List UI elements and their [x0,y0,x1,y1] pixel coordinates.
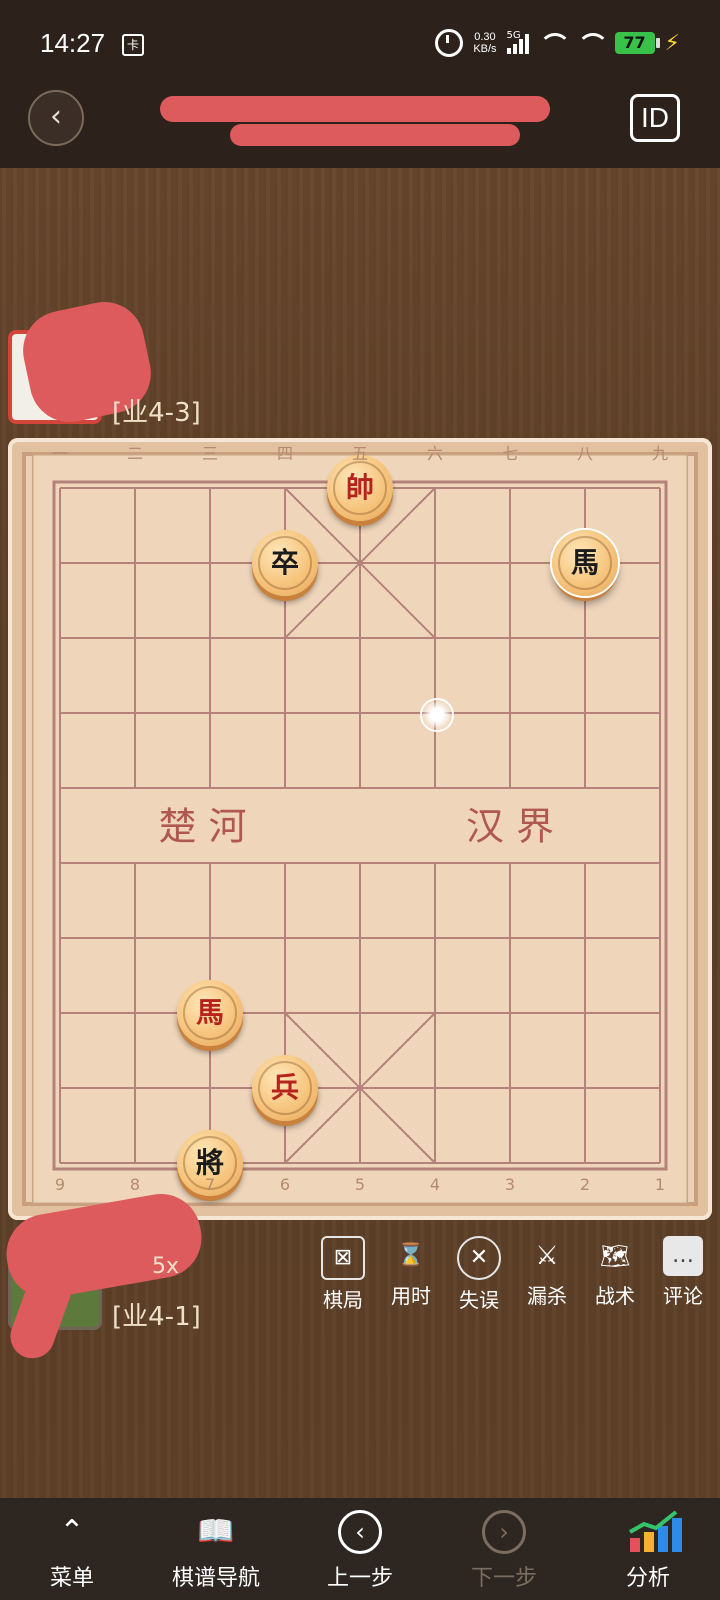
xiangqi-board[interactable]: 楚 河汉 界 帥卒馬馬兵將 一二三四五六七八九987654321 [8,438,712,1220]
tool-time[interactable]: ⌛ 用时 [384,1236,438,1313]
tool-missed-kill[interactable]: ⚔ 漏杀 [520,1236,574,1313]
bottom-coordinate: 1 [654,1175,666,1194]
nav-previous-step[interactable]: ‹ 上一步 [288,1498,432,1600]
piece-label: 馬 [558,536,612,590]
top-coordinate: 六 [426,444,443,463]
menu-icon: ⌃ [59,1514,85,1549]
bottom-coordinate: 7 [204,1175,216,1194]
piece-red[interactable]: 馬 [177,980,243,1046]
swords-icon: ⚔ [535,1241,559,1271]
wifi-icon-2 [576,33,609,53]
top-header: ‹ ID [0,88,720,168]
top-coordinate: 八 [576,444,593,463]
tool-board[interactable]: ⊠ 棋局 [316,1236,370,1313]
hourglass-icon: ⌛ [397,1243,425,1268]
top-coordinate: 一 [51,444,68,463]
id-button[interactable]: ID [630,94,680,142]
book-icon: 📖 [197,1514,235,1549]
comment-icon: … [663,1236,703,1276]
top-coordinate: 九 [651,444,668,463]
nav-analysis[interactable]: 分析 [576,1498,720,1600]
top-coordinate: 四 [276,444,293,463]
status-icons: 0.30 KB/s 5G 77 ⚡ [435,28,680,58]
tool-tactics[interactable]: 🗺 战术 [588,1236,642,1313]
next-icon: › [482,1510,526,1554]
sim-card-icon: 卡 [122,34,144,56]
bottom-coordinate: 6 [279,1175,291,1194]
bottom-player-name-suffix: 5x [152,1254,180,1279]
top-coordinate: 二 [126,444,143,463]
top-coordinate: 三 [201,444,218,463]
piece-label: 帥 [333,461,387,515]
nav-next-step[interactable]: › 下一步 [432,1498,576,1600]
piece-label: 卒 [258,536,312,590]
river-text: 汉 界 [466,805,554,849]
bottom-coordinate: 5 [354,1175,366,1194]
top-coordinate: 七 [501,444,518,463]
x-circle-icon: ✕ [457,1236,501,1280]
redaction-mark [160,96,550,122]
back-arrow-icon: ‹ [50,99,62,134]
river-text: 楚 河 [158,805,246,849]
nav-record-navigation[interactable]: 📖 棋谱导航 [144,1498,288,1600]
piece-label: 兵 [258,1061,312,1115]
top-player-rank: [业4-3] [112,398,201,428]
bottom-coordinate: 3 [504,1175,516,1194]
analysis-tools: ⊠ 棋局 ⌛ 用时 ✕ 失误 ⚔ 漏杀 🗺 战术 … 评论 [316,1236,710,1313]
cell-signal-icon: 5G [506,30,529,54]
battery-icon: 77 [614,32,660,54]
top-coordinate: 五 [351,444,368,463]
board-icon: ⊠ [321,1236,365,1280]
bottom-player-rank: [业4-1] [112,1302,201,1332]
piece-black[interactable]: 馬 [552,530,618,596]
tool-mistake[interactable]: ✕ 失误 [452,1236,506,1313]
piece-red[interactable]: 兵 [252,1055,318,1121]
back-button[interactable]: ‹ [28,90,84,146]
bottom-coordinate: 9 [54,1175,66,1194]
alarm-icon [435,29,464,57]
charging-icon: ⚡ [664,30,680,56]
bottom-coordinate: 8 [129,1175,141,1194]
map-icon: 🗺 [599,1242,631,1270]
nav-menu[interactable]: ⌃ 菜单 [0,1498,144,1600]
bottom-coordinate: 2 [579,1175,591,1194]
network-speed: 0.30 KB/s [473,31,497,55]
bottom-coordinate: 4 [429,1175,441,1194]
analysis-chart-icon [626,1510,682,1554]
status-bar: 14:27 卡 0.30 KB/s 5G 77 ⚡ [0,0,720,88]
move-target-marker[interactable] [420,698,454,732]
redaction-mark-2 [230,124,520,146]
piece-red[interactable]: 帥 [327,455,393,521]
prev-icon: ‹ [338,1510,382,1554]
wifi-icon [538,33,571,53]
tool-comment[interactable]: … 评论 [656,1236,710,1313]
piece-label: 馬 [183,986,237,1040]
clock-time: 14:27 [40,28,106,58]
bottom-navigation: ⌃ 菜单 📖 棋谱导航 ‹ 上一步 › 下一步 分析 [0,1498,720,1600]
piece-black[interactable]: 卒 [252,530,318,596]
